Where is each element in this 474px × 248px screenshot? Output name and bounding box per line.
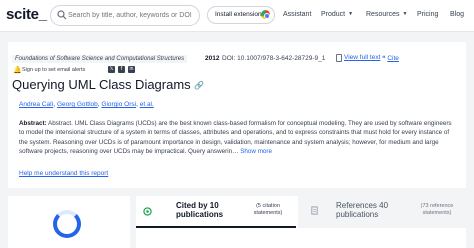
nav-resources[interactable]: Resources ▼ <box>366 11 407 18</box>
paper-title: Querying UML Class Diagrams <box>12 77 191 92</box>
chevron-down-icon: ▼ <box>348 11 354 17</box>
tab-references[interactable]: References 40 publications (73 reference… <box>298 196 466 228</box>
abstract-label: Abstract: <box>19 120 47 127</box>
author-link[interactable]: Andrea Calì <box>19 101 53 108</box>
abstract: Abstract: Abstract. UML Class Diagrams (… <box>19 119 455 156</box>
link-icon[interactable]: 🔗 <box>194 81 204 90</box>
top-navigation-bar: scite_ Install extension! Assistant Prod… <box>0 0 474 32</box>
author-link[interactable]: Georg Gottlob <box>57 101 98 108</box>
facebook-icon[interactable]: f <box>118 66 125 73</box>
tab-cited-by-title: Cited by 10 publications <box>176 201 224 219</box>
chevron-down-icon: ▼ <box>402 11 408 17</box>
nav-product[interactable]: Product ▼ <box>321 11 353 18</box>
publication-year: 2012 <box>205 55 220 62</box>
author-link[interactable]: Giorgio Orsi <box>101 101 136 108</box>
copy-icon[interactable] <box>336 54 342 62</box>
more-authors-link[interactable]: et al. <box>140 101 154 108</box>
author-list: Andrea Calì, Georg Gottlob, Giorgio Orsi… <box>19 101 154 108</box>
search-input[interactable] <box>68 8 198 23</box>
scite-logo[interactable]: scite_ <box>6 6 47 23</box>
tab-references-title: References 40 publications <box>336 201 389 219</box>
twitter-icon[interactable]: 𝕏 <box>108 66 115 73</box>
show-more-link[interactable]: Show more <box>240 148 272 155</box>
install-extension-label: Install extension! <box>215 11 264 18</box>
tab-cited-by[interactable]: Cited by 10 publications (5 citation sta… <box>136 196 296 228</box>
doi: DOI: 10.1007/978-3-642-28729-9_1 <box>222 55 326 62</box>
bell-icon[interactable]: 🔔 <box>13 66 22 74</box>
cite-button[interactable]: ❝ Cite <box>382 54 399 62</box>
install-extension-button[interactable]: Install extension! <box>207 6 275 24</box>
view-full-text-link[interactable]: View full text <box>344 54 380 61</box>
linkedin-icon[interactable]: in <box>128 66 135 73</box>
search-icon <box>57 10 67 20</box>
citation-bubble-icon <box>143 207 152 216</box>
tab-references-sub: (73 reference statements) <box>420 203 454 216</box>
abstract-text: Abstract. UML Class Diagrams (UCDs) are … <box>19 120 452 155</box>
search-box[interactable] <box>50 5 200 26</box>
nav-assistant[interactable]: Assistant <box>283 11 311 18</box>
paper-card <box>8 42 466 188</box>
email-alerts-link[interactable]: Sign up to set email alerts <box>22 67 85 73</box>
nav-pricing[interactable]: Pricing <box>417 11 438 18</box>
nav-blog[interactable]: Blog <box>450 11 464 18</box>
chrome-icon <box>261 10 270 19</box>
help-understand-link[interactable]: Help me understand this report <box>19 170 108 177</box>
loading-spinner <box>53 210 81 238</box>
tab-cited-by-sub: (5 citation statements) <box>253 203 283 216</box>
journal-name[interactable]: Foundations of Software Science and Comp… <box>12 55 188 63</box>
document-icon <box>311 206 318 215</box>
